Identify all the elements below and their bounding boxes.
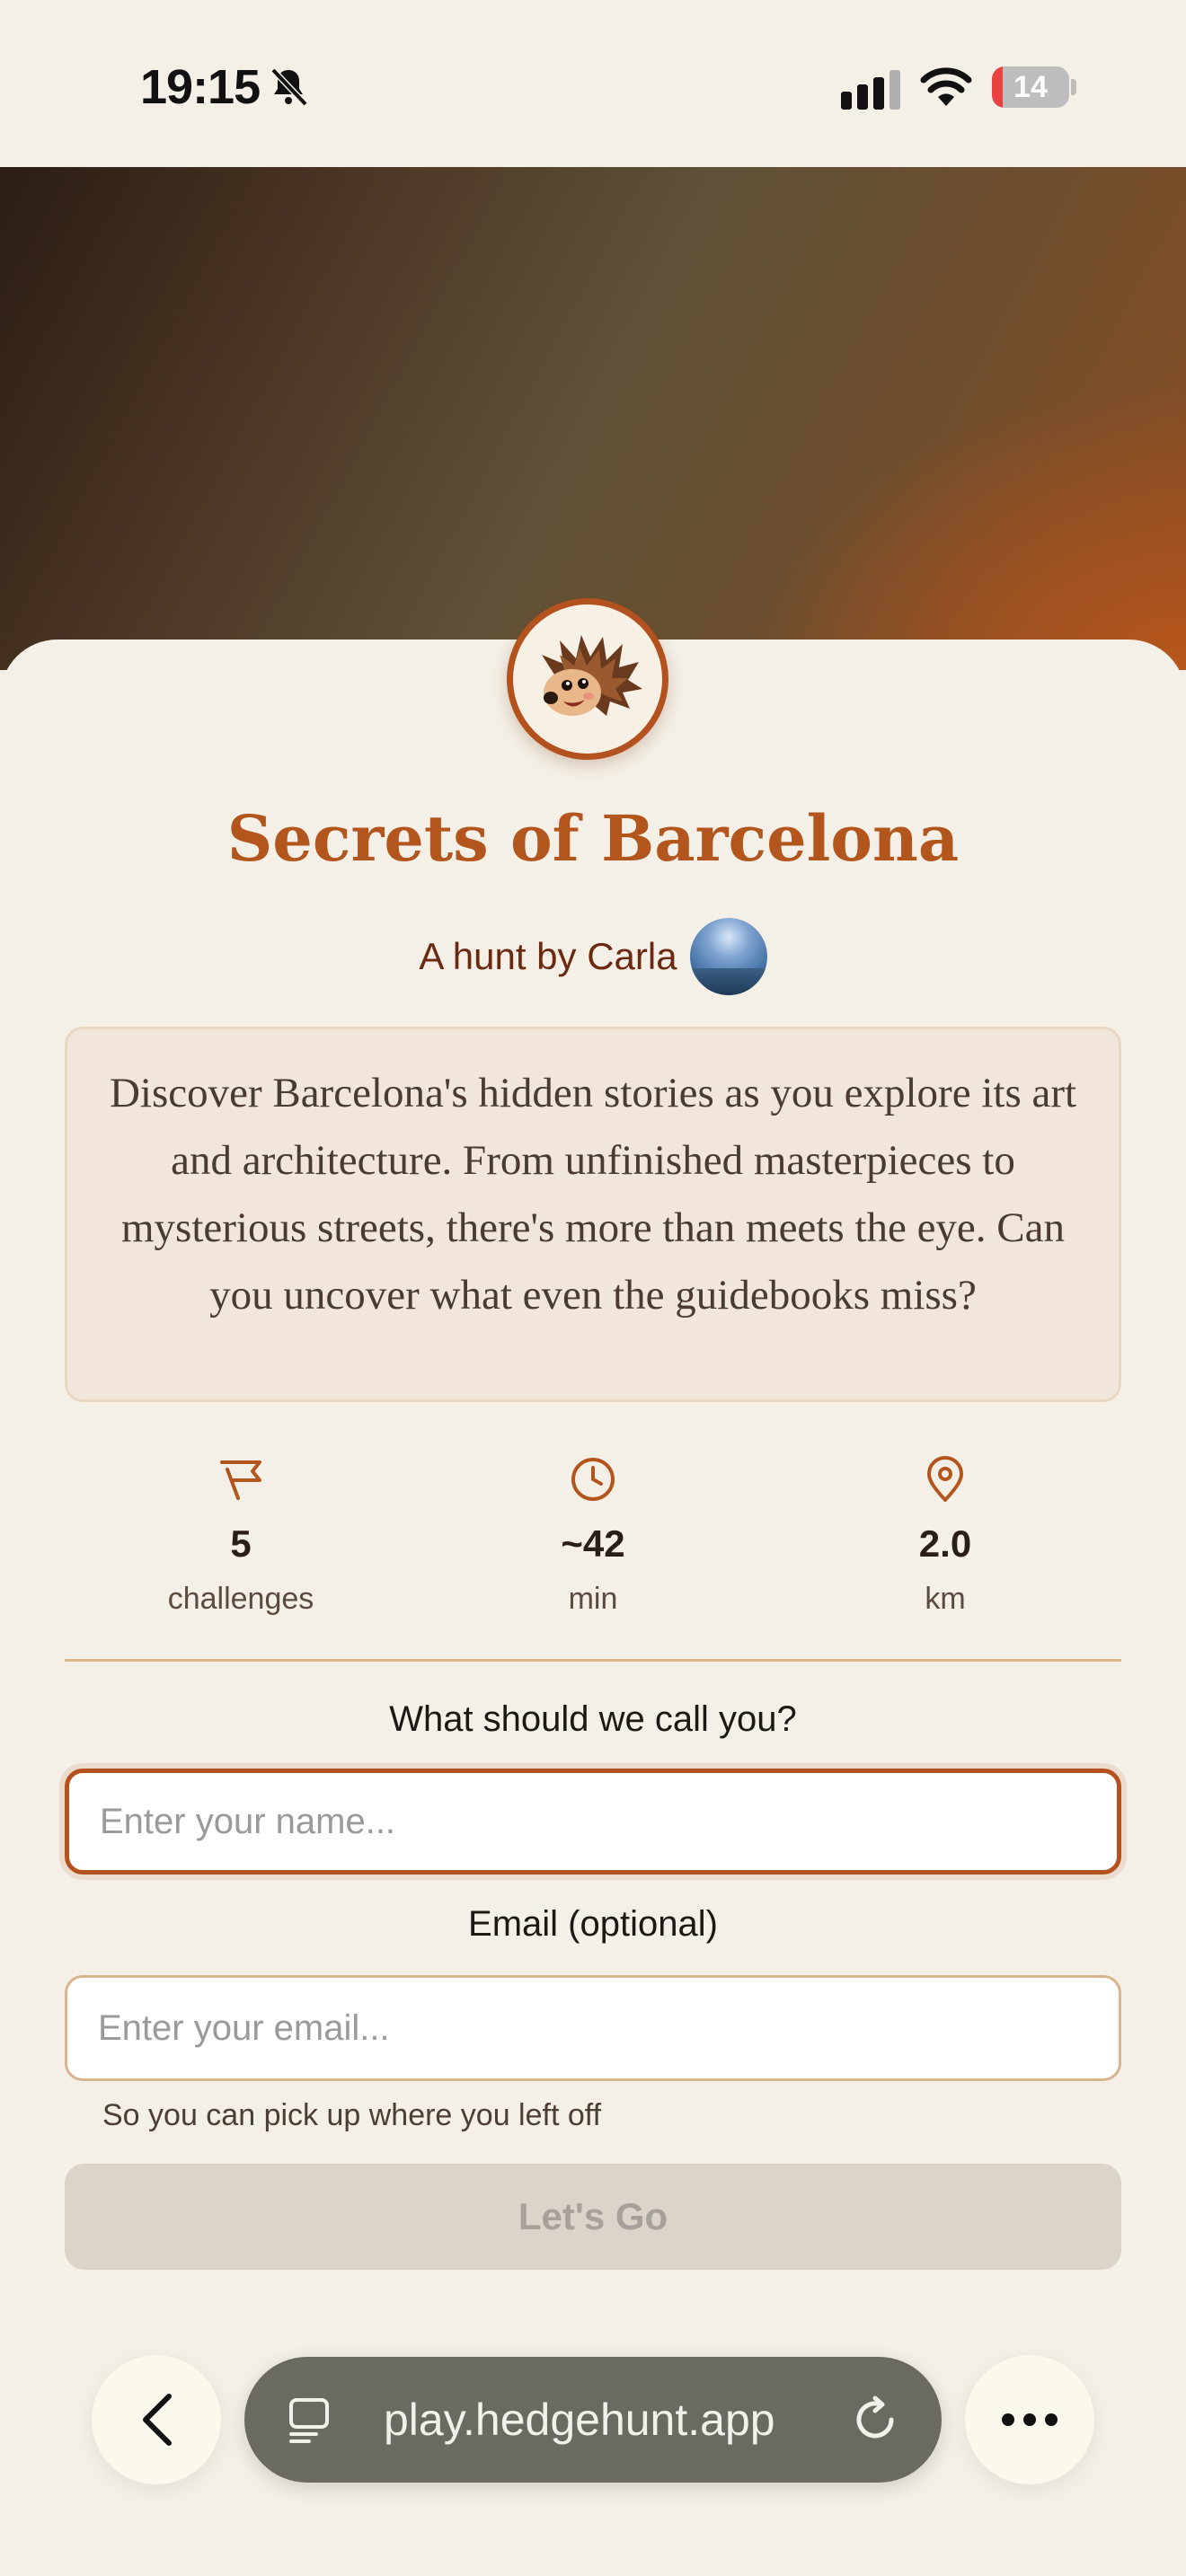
hunt-description: Discover Barcelona's hidden stories as y… bbox=[109, 1070, 1077, 1319]
stat-distance: 2.0 km bbox=[769, 1455, 1121, 1617]
hunt-byline: A hunt by Carla bbox=[0, 918, 1186, 995]
hunt-title: Secrets of Barcelona bbox=[226, 801, 960, 876]
wifi-icon bbox=[920, 67, 972, 106]
location-pin-icon bbox=[927, 1456, 963, 1502]
battery-icon: 14 bbox=[992, 66, 1078, 108]
flag-icon bbox=[220, 1460, 261, 1500]
name-input[interactable] bbox=[65, 1769, 1121, 1875]
author-avatar[interactable] bbox=[689, 918, 767, 995]
ellipsis-icon bbox=[1002, 2413, 1058, 2426]
name-label: What should we call you? bbox=[389, 1699, 797, 1739]
tabs-icon[interactable] bbox=[284, 2395, 334, 2445]
hedgehog-avatar bbox=[507, 598, 668, 760]
bell-muted-icon bbox=[270, 67, 308, 107]
status-bar: 19:15 14 bbox=[0, 0, 1186, 167]
stat-value: 5 bbox=[230, 1522, 252, 1565]
stat-duration: ~42 min bbox=[417, 1455, 769, 1617]
hunt-stats: 5 challenges ~42 min 2.0 km bbox=[65, 1455, 1121, 1635]
email-label: Email (optional) bbox=[468, 1904, 718, 1944]
reload-icon[interactable] bbox=[848, 2393, 902, 2447]
stat-value: 2.0 bbox=[918, 1522, 972, 1565]
hero-banner bbox=[0, 167, 1186, 670]
divider bbox=[65, 1659, 1121, 1662]
clock-icon bbox=[571, 1458, 615, 1501]
email-helper-text: So you can pick up where you left off bbox=[102, 2098, 602, 2132]
back-button[interactable] bbox=[92, 2355, 221, 2484]
stat-unit: min bbox=[568, 1582, 618, 1616]
url-text: play.hedgehunt.app bbox=[384, 2395, 775, 2445]
chevron-left-icon bbox=[143, 2394, 172, 2446]
cellular-signal-icon bbox=[841, 70, 900, 110]
more-options-button[interactable] bbox=[965, 2355, 1094, 2484]
stat-challenges: 5 challenges bbox=[65, 1455, 417, 1617]
lets-go-button[interactable]: Let's Go bbox=[65, 2164, 1121, 2270]
stat-unit: km bbox=[925, 1582, 966, 1616]
stat-value: ~42 bbox=[561, 1522, 625, 1565]
status-time: 19:15 bbox=[140, 60, 261, 114]
hedgehog-icon bbox=[542, 635, 642, 716]
stat-unit: challenges bbox=[167, 1582, 314, 1616]
description-box: Discover Barcelona's hidden stories as y… bbox=[65, 1027, 1121, 1402]
address-bar[interactable]: play.hedgehunt.app bbox=[244, 2357, 942, 2483]
email-input[interactable] bbox=[65, 1975, 1121, 2081]
byline-text: A hunt by Carla bbox=[419, 935, 677, 977]
battery-level: 14 bbox=[1013, 70, 1048, 104]
